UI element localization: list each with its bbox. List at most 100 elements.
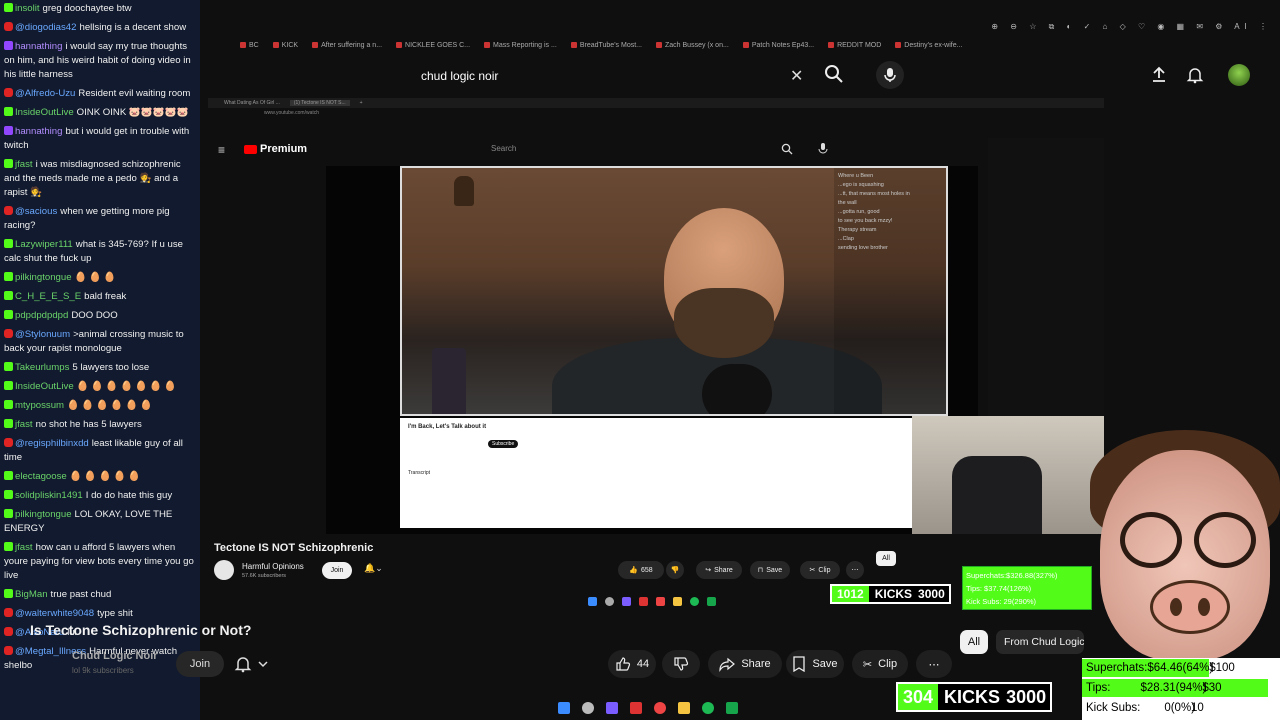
- chat-username[interactable]: jfast: [15, 419, 33, 430]
- search-input[interactable]: chud logic noir: [408, 62, 818, 90]
- chat-username[interactable]: BigMan: [15, 589, 48, 600]
- discord-icon[interactable]: [622, 597, 631, 606]
- chat-username[interactable]: jfast: [15, 542, 33, 553]
- inner-video-player[interactable]: Where u Been ...ego is squashing ...tt, …: [326, 166, 978, 534]
- inner-channel-avatar[interactable]: [214, 560, 234, 580]
- chat-username[interactable]: hannathing: [15, 41, 62, 52]
- inner-save-button[interactable]: ⊓ Save: [750, 561, 790, 579]
- chat-username[interactable]: mtypossum: [15, 400, 64, 411]
- outer-like-button[interactable]: 44: [608, 650, 656, 678]
- windows-start-icon[interactable]: [558, 702, 570, 714]
- notifications-bell-icon[interactable]: [1186, 66, 1204, 84]
- app-icon[interactable]: [630, 702, 642, 714]
- bookmark-item[interactable]: Mass Reporting is ...: [484, 42, 557, 49]
- spotify-icon[interactable]: [702, 702, 714, 714]
- desc-subscribe[interactable]: Subscribe: [488, 440, 519, 448]
- reacted-video-frame[interactable]: Where u Been ...ego is squashing ...tt, …: [400, 166, 948, 416]
- chat-username[interactable]: InsideOutLive: [15, 381, 74, 392]
- new-tab-button[interactable]: +: [360, 100, 363, 106]
- inner-share-button[interactable]: ↪ Share: [696, 561, 742, 579]
- bookmark-item[interactable]: After suffering a n...: [312, 42, 382, 49]
- outer-channel-name[interactable]: Chud Logic Noir: [72, 650, 158, 662]
- account-avatar[interactable]: [1228, 64, 1250, 86]
- chat-username[interactable]: jfast: [15, 159, 33, 170]
- upload-icon[interactable]: [1150, 66, 1168, 84]
- folder-icon[interactable]: [678, 702, 690, 714]
- from-channel-chip[interactable]: From Chud Logic N: [996, 630, 1084, 654]
- yt-platform-icon: [4, 206, 13, 215]
- bookmark-item[interactable]: Patch Notes Ep43...: [743, 42, 814, 49]
- inner-all-chip[interactable]: All: [876, 551, 896, 566]
- voice-search-mic-icon[interactable]: [876, 61, 904, 89]
- inner-like-button[interactable]: 👍 658: [618, 561, 664, 579]
- chat-username[interactable]: pilkingtongue: [15, 509, 72, 520]
- search-icon[interactable]: [824, 64, 846, 86]
- kick-subs-row: Kick Subs: 0(0%) 10: [1082, 698, 1280, 718]
- outer-video-title[interactable]: Is Tectone Schizophrenic or Not?: [30, 622, 251, 638]
- inner-mic-icon[interactable]: [818, 143, 830, 155]
- inner-subscribe-bell-icon[interactable]: 🔔⌄: [364, 563, 383, 574]
- inner-join-button[interactable]: Join: [322, 562, 352, 579]
- inner-dislike-button[interactable]: 👎: [666, 561, 684, 579]
- outer-clip-button[interactable]: ✂ Clip: [852, 650, 908, 678]
- inner-tab[interactable]: What Dating As Of Girl ...: [224, 100, 280, 106]
- chat-username[interactable]: pdpdpdpdpd: [15, 310, 68, 321]
- youtube-premium-logo[interactable]: Premium: [244, 143, 307, 155]
- inner-search-icon[interactable]: [781, 143, 793, 155]
- chat-username[interactable]: solidpliskin1491: [15, 490, 83, 501]
- bookmark-item[interactable]: NICKLEE GOES C...: [396, 42, 470, 49]
- inner-channel-name[interactable]: Harmful Opinions: [242, 562, 304, 571]
- bookmark-item[interactable]: BC: [240, 42, 259, 49]
- hamburger-menu-icon[interactable]: ≡: [218, 143, 225, 157]
- chat-username[interactable]: pilkingtongue: [15, 272, 72, 283]
- windows-start-icon[interactable]: [588, 597, 597, 606]
- outer-save-button[interactable]: Save: [786, 650, 844, 678]
- bookmark-item[interactable]: Destiny's ex-wife...: [895, 42, 962, 49]
- discord-icon[interactable]: [606, 702, 618, 714]
- browser-icon[interactable]: [656, 597, 665, 606]
- chat-username[interactable]: hannathing: [15, 126, 62, 137]
- bookmark-item[interactable]: KICK: [273, 42, 298, 49]
- inner-search-input[interactable]: Search: [491, 144, 516, 153]
- xbox-icon[interactable]: [726, 702, 738, 714]
- browser-extension-icons[interactable]: ⊕ ⊖ ☆ ⧉ ◐ ✓ ⌂ ◇ ♡ ◉ ▦ ✉ ⚙ AI ⋮: [991, 22, 1272, 32]
- chat-username[interactable]: @walterwhite9048: [15, 608, 94, 619]
- chat-username[interactable]: @diogodias42: [15, 22, 76, 33]
- save-label: Save: [812, 658, 838, 670]
- spotify-icon[interactable]: [690, 597, 699, 606]
- clip-label: Clip: [878, 658, 898, 670]
- chat-username[interactable]: @regisphilbinxdd: [15, 438, 89, 449]
- folder-icon[interactable]: [673, 597, 682, 606]
- inner-more-button[interactable]: ⋯: [846, 561, 864, 579]
- chat-username[interactable]: C_H_E_E_S_E: [15, 291, 81, 302]
- chat-username[interactable]: electagoose: [15, 471, 67, 482]
- outer-more-button[interactable]: ⋯: [916, 650, 952, 678]
- search-taskbar-icon[interactable]: [582, 702, 594, 714]
- search-taskbar-icon[interactable]: [605, 597, 614, 606]
- outer-dislike-button[interactable]: [662, 650, 700, 678]
- app-icon[interactable]: [639, 597, 648, 606]
- inner-url-bar[interactable]: www.youtube.com/watch: [208, 110, 1104, 120]
- bookmark-item[interactable]: Zach Bussey (x on...: [656, 42, 729, 49]
- chat-username[interactable]: insolit: [15, 3, 40, 14]
- inner-tab-active[interactable]: (1) Tectone IS NOT S...: [289, 100, 350, 106]
- bookmark-item[interactable]: REDDIT MOD: [828, 42, 881, 49]
- outer-subscribe-bell-icon[interactable]: [234, 654, 278, 674]
- chat-username[interactable]: InsideOutLive: [15, 107, 74, 118]
- xbox-icon[interactable]: [707, 597, 716, 606]
- desc-transcript[interactable]: Transcript: [408, 470, 940, 476]
- chat-username[interactable]: @Stylonuum: [15, 329, 70, 340]
- outer-all-chip[interactable]: All: [960, 630, 988, 654]
- chat-message: @Stylonuum >animal crossing music to back…: [4, 328, 196, 356]
- chat-username[interactable]: Lazywiper111: [15, 239, 73, 250]
- chat-username[interactable]: @Alfredo-Uzu: [15, 88, 75, 99]
- inner-clip-button[interactable]: ✂ Clip: [800, 561, 840, 579]
- inner-video-title[interactable]: Tectone IS NOT Schizophrenic: [214, 542, 373, 554]
- clear-search-icon[interactable]: ✕: [790, 66, 803, 86]
- bookmark-item[interactable]: BreadTube's Most...: [571, 42, 642, 49]
- chat-username[interactable]: Takeurlumps: [15, 362, 69, 373]
- browser-icon[interactable]: [654, 702, 666, 714]
- outer-share-button[interactable]: Share: [708, 650, 782, 678]
- chat-username[interactable]: @sacious: [15, 206, 57, 217]
- outer-join-button[interactable]: Join: [176, 651, 224, 677]
